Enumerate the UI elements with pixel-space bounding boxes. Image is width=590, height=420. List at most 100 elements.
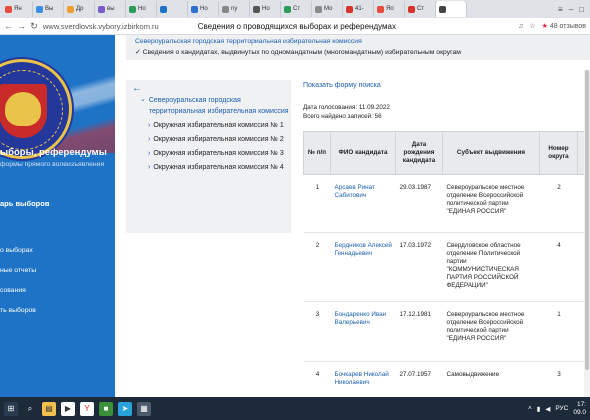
column-header-name[interactable]: ФИО кандидата xyxy=(330,131,396,175)
browser-tab[interactable]: Др xyxy=(64,1,95,17)
chevron-right-icon: › xyxy=(148,136,151,143)
tree-back-arrow-icon[interactable]: ← xyxy=(132,84,291,94)
tree-item-district-1[interactable]: › Окружная избирательная комиссия № 1 xyxy=(148,121,291,131)
chevron-down-icon: ⌄ xyxy=(140,96,146,103)
windows-start-icon[interactable]: ⊞ xyxy=(4,401,18,416)
tab-favicon-icon xyxy=(439,5,446,13)
bookmark-icon[interactable]: ☆ xyxy=(529,22,535,30)
browser-tab[interactable] xyxy=(436,1,467,17)
app-icon[interactable]: ▶ xyxy=(61,401,75,416)
cell-number: 1 xyxy=(303,174,331,233)
browser-tab[interactable]: Мо xyxy=(312,1,343,17)
column-header-birthdate[interactable]: Дата рождения кандидата xyxy=(395,131,443,175)
tab-favicon-icon xyxy=(408,5,415,13)
tab-label: 41- xyxy=(355,6,364,12)
tab-label: Ст xyxy=(417,6,425,12)
tab-favicon-icon xyxy=(191,5,198,13)
clock-date: 09.0 xyxy=(573,408,586,416)
breadcrumb-current-label: Сведения о кандидатах, выдвинутых по одн… xyxy=(142,49,461,56)
browser-tab[interactable]: Ян xyxy=(2,1,33,17)
table-header-row: № п/п ФИО кандидата Дата рождения кандид… xyxy=(303,131,590,175)
tree-item-label: Окружная избирательная комиссия № 2 xyxy=(153,136,284,143)
reload-icon[interactable]: ↻ xyxy=(30,21,38,32)
browser-tab[interactable] xyxy=(157,1,188,17)
language-indicator[interactable]: РУС xyxy=(555,405,568,412)
menu-icon[interactable]: ≡ xyxy=(558,5,563,14)
browser-tab[interactable]: Но xyxy=(188,1,219,17)
page-title: Сведения о проводящихся выборах и рефере… xyxy=(197,21,396,31)
reviews-badge[interactable]: ★ 48 отзывов xyxy=(542,22,586,30)
browser-tab[interactable]: Но xyxy=(126,1,157,17)
tab-label: Но xyxy=(138,6,146,12)
cell-district: 3 xyxy=(539,361,578,397)
browser-tab[interactable]: Яо xyxy=(374,1,405,17)
tab-label: Яо xyxy=(386,6,394,12)
cell-candidate-name[interactable]: Арсаев Ринат Сабитович xyxy=(330,174,396,233)
browser-tab[interactable]: вы xyxy=(95,1,126,17)
tree-root-item[interactable]: ⌄ Североуральская городская территориаль… xyxy=(140,95,291,117)
tab-label: Мо xyxy=(324,6,333,12)
cell-candidate-name[interactable]: Бердников Алексей Геннадьевич xyxy=(330,232,396,302)
sidebar-item-elections-info[interactable]: о выборах xyxy=(0,247,33,254)
scrollbar-thumb[interactable] xyxy=(585,70,589,370)
table-row: 3 Бондаренко Иван Валерьевич 17.12.1981 Сев… xyxy=(303,301,590,362)
elections-calendar-link[interactable]: арь выборов xyxy=(0,199,49,208)
app-icon-2[interactable]: ▦ xyxy=(137,401,151,416)
forward-icon[interactable]: → xyxy=(17,21,26,31)
app-green-icon[interactable]: ■ xyxy=(99,401,113,416)
cell-district: 2 xyxy=(539,174,578,233)
tab-label: ny xyxy=(231,6,238,12)
commission-tree: ← ⌄ Североуральская городская территориа… xyxy=(126,80,291,233)
back-icon[interactable]: ← xyxy=(4,21,13,31)
tree-root-label[interactable]: Североуральская городская территориальна… xyxy=(149,95,291,117)
cell-nominator: Свердловское областное отделение Политич… xyxy=(442,232,540,302)
show-search-form-link[interactable]: Показать форму поиска xyxy=(303,82,590,89)
sidebar-item-voting[interactable]: сования xyxy=(0,287,26,294)
address-bar: ← → ↻ www.sverdlovsk.vybory.izbirkom.ru … xyxy=(0,18,590,35)
table-row: 4 Бочкарев Николай Николаевич 27.07.1957 Са… xyxy=(303,361,590,397)
browser-tab[interactable]: Ст xyxy=(405,1,436,17)
tab-label: Но xyxy=(200,6,208,12)
tree-item-district-4[interactable]: › Окружная избирательная комиссия № 4 xyxy=(148,163,291,173)
column-header-nominator[interactable]: Субъект выдвижения xyxy=(442,131,540,175)
vertical-scrollbar[interactable] xyxy=(584,70,590,397)
cell-candidate-name[interactable]: Бочкарев Николай Николаевич xyxy=(330,361,396,397)
clock-time: 17: xyxy=(576,400,586,408)
search-icon[interactable]: ⌕ xyxy=(23,402,37,416)
tree-item-district-3[interactable]: › Окружная избирательная комиссия № 3 xyxy=(148,149,291,159)
chevron-up-icon[interactable]: ˄ xyxy=(528,405,532,412)
browser-tab[interactable]: 41- xyxy=(343,1,374,17)
cell-candidate-name[interactable]: Бондаренко Иван Валерьевич xyxy=(330,301,396,362)
tab-favicon-icon xyxy=(129,5,136,13)
browser-tab[interactable]: Вы xyxy=(33,1,64,17)
sidebar-item-elections-results[interactable]: ть выборов xyxy=(0,307,36,314)
tab-label: Ян xyxy=(14,6,22,12)
breadcrumb-commission-link[interactable]: Североуральская городская территориальна… xyxy=(135,38,590,45)
chevron-right-icon: › xyxy=(148,150,151,157)
tree-item-label: Окружная избирательная комиссия № 1 xyxy=(153,122,284,129)
network-icon[interactable]: ▮ xyxy=(537,405,541,413)
check-icon: ✓ xyxy=(135,49,141,56)
url-field[interactable]: www.sverdlovsk.vybory.izbirkom.ru xyxy=(43,22,159,31)
clock[interactable]: 17: 09.0 xyxy=(573,401,586,417)
chevron-right-icon: › xyxy=(148,122,151,129)
headphones-icon[interactable]: ♫ xyxy=(518,23,523,30)
telegram-icon[interactable]: ➤ xyxy=(118,401,132,416)
column-header-district[interactable]: Номер округа xyxy=(539,131,578,175)
volume-icon[interactable]: ◀ xyxy=(545,405,550,413)
cell-district: 1 xyxy=(539,301,578,362)
browser-tab[interactable]: ny xyxy=(219,1,250,17)
yandex-browser-icon[interactable]: Y xyxy=(80,401,94,416)
maximize-icon[interactable]: □ xyxy=(579,5,584,14)
column-header-number[interactable]: № п/п xyxy=(303,131,331,175)
browser-tab[interactable]: Ст xyxy=(281,1,312,17)
cell-district: 4 xyxy=(539,232,578,302)
file-explorer-icon[interactable]: ▤ xyxy=(42,401,56,416)
browser-tab[interactable]: Но xyxy=(250,1,281,17)
tree-item-district-2[interactable]: › Окружная избирательная комиссия № 2 xyxy=(148,135,291,145)
tab-favicon-icon xyxy=(5,5,12,13)
sidebar-item-financial-reports[interactable]: ные отчеты xyxy=(0,267,36,274)
tab-favicon-icon xyxy=(98,5,105,13)
eagle-icon xyxy=(5,92,41,126)
minimize-icon[interactable]: – xyxy=(569,5,573,14)
